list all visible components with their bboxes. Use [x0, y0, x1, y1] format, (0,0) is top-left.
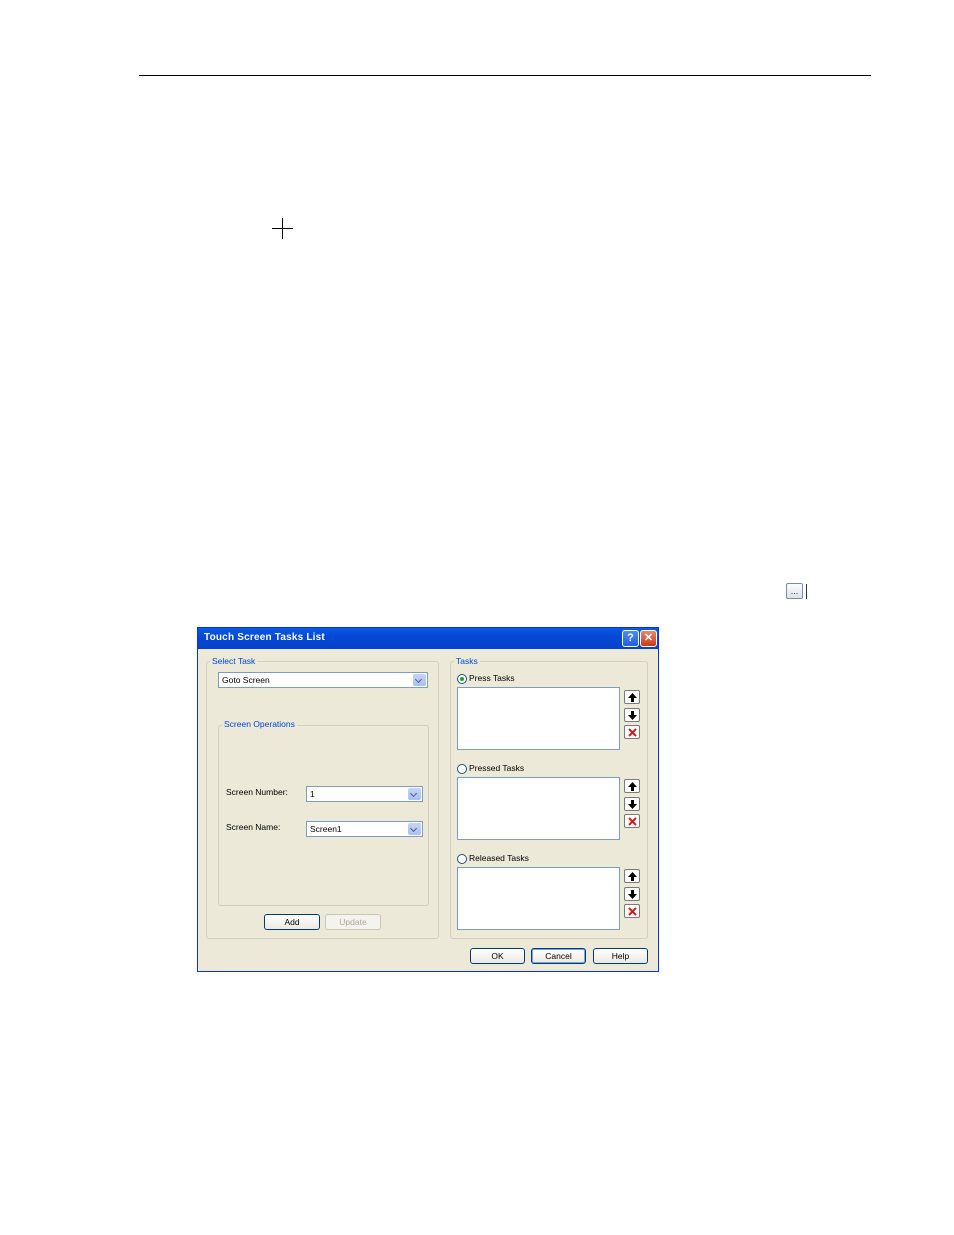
press-tasks-radio[interactable]: [457, 674, 467, 684]
screen-name-label: Screen Name:: [226, 822, 281, 832]
screen-name-value: Screen1: [310, 824, 342, 834]
update-button[interactable]: Update: [325, 914, 381, 930]
select-task-legend: Select Task: [210, 656, 258, 666]
released-move-up-button[interactable]: [624, 869, 640, 883]
dialog-title: Touch Screen Tasks List: [204, 632, 325, 643]
text-cursor: [806, 584, 807, 599]
chevron-down-icon[interactable]: [413, 674, 426, 686]
pressed-move-up-button[interactable]: [624, 779, 640, 793]
screen-operations-legend: Screen Operations: [222, 719, 297, 729]
touch-screen-tasks-dialog: Touch Screen Tasks List ? ✕ Select Task …: [197, 627, 659, 972]
help-button[interactable]: Help: [593, 948, 648, 964]
chevron-down-icon[interactable]: [408, 823, 421, 835]
press-tasks-label[interactable]: Press Tasks: [469, 673, 515, 683]
screen-name-select[interactable]: Screen1: [306, 821, 423, 837]
pressed-delete-button[interactable]: [624, 814, 640, 828]
released-tasks-list[interactable]: [457, 867, 620, 930]
chevron-down-icon[interactable]: [408, 788, 421, 800]
press-tasks-list[interactable]: [457, 687, 620, 750]
arrow-down-icon: [628, 711, 637, 720]
pressed-move-down-button[interactable]: [624, 797, 640, 811]
press-move-down-button[interactable]: [624, 708, 640, 722]
delete-x-icon: [628, 728, 637, 737]
delete-x-icon: [628, 817, 637, 826]
crosshair-icon: [272, 218, 293, 239]
released-move-down-button[interactable]: [624, 887, 640, 901]
pressed-tasks-list[interactable]: [457, 777, 620, 840]
page-header-rule: [139, 75, 871, 76]
dialog-title-bar[interactable]: Touch Screen Tasks List ? ✕: [198, 628, 658, 649]
ellipsis-button[interactable]: ...: [786, 583, 803, 599]
task-type-value: Goto Screen: [222, 675, 270, 685]
arrow-up-icon: [628, 693, 637, 702]
arrow-up-icon: [628, 782, 637, 791]
screen-number-value: 1: [310, 789, 315, 799]
press-delete-button[interactable]: [624, 725, 640, 739]
delete-x-icon: [628, 907, 637, 916]
released-delete-button[interactable]: [624, 904, 640, 918]
released-tasks-radio[interactable]: [457, 854, 467, 864]
screen-number-select[interactable]: 1: [306, 786, 423, 802]
screen-number-label: Screen Number:: [226, 787, 288, 797]
screen-operations-group: [218, 725, 429, 906]
tasks-legend: Tasks: [454, 656, 480, 666]
arrow-down-icon: [628, 890, 637, 899]
press-move-up-button[interactable]: [624, 690, 640, 704]
cancel-button[interactable]: Cancel: [531, 948, 586, 964]
released-tasks-label[interactable]: Released Tasks: [469, 853, 529, 863]
ok-button[interactable]: OK: [470, 948, 525, 964]
arrow-down-icon: [628, 800, 637, 809]
add-button[interactable]: Add: [264, 914, 320, 930]
task-type-select[interactable]: Goto Screen: [218, 672, 428, 688]
pressed-tasks-label[interactable]: Pressed Tasks: [469, 763, 524, 773]
close-icon[interactable]: ✕: [640, 630, 657, 647]
pressed-tasks-radio[interactable]: [457, 764, 467, 774]
arrow-up-icon: [628, 872, 637, 881]
help-icon[interactable]: ?: [622, 630, 639, 647]
